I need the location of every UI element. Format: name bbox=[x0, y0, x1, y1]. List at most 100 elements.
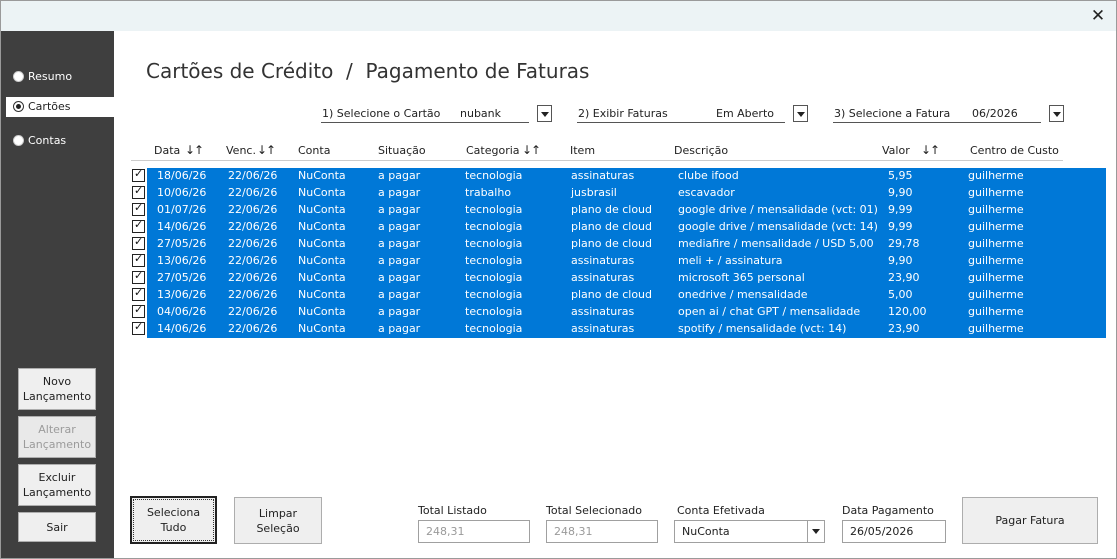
cell-venc: 22/06/26 bbox=[228, 288, 278, 301]
table-row[interactable]: 14/06/26 22/06/26 NuConta a pagar tecnologia… bbox=[147, 219, 1106, 236]
total-listado-field: 248,31 bbox=[418, 520, 530, 543]
cell-item: plano de cloud bbox=[571, 288, 653, 301]
cell-descricao: onedrive / mensalidade bbox=[678, 288, 808, 301]
row-checkbox[interactable] bbox=[132, 303, 145, 318]
table-row[interactable]: 27/05/26 22/06/26 NuConta a pagar tecnologia… bbox=[147, 270, 1106, 287]
row-checkbox[interactable] bbox=[132, 201, 145, 216]
col-header-descricao: Descrição bbox=[674, 144, 729, 157]
row-checkbox[interactable] bbox=[132, 218, 145, 233]
sort-venc-icon[interactable]: ↓↑ bbox=[257, 143, 276, 157]
nav-cartoes[interactable]: Cartões bbox=[6, 97, 114, 117]
table-row[interactable]: 13/06/26 22/06/26 NuConta a pagar tecnologia… bbox=[147, 287, 1106, 304]
cell-conta: NuConta bbox=[298, 169, 346, 182]
nav-contas[interactable]: Contas bbox=[1, 131, 114, 151]
cell-categoria: tecnologia bbox=[465, 203, 523, 216]
cell-venc: 22/06/26 bbox=[228, 271, 278, 284]
status-dropdown-icon[interactable] bbox=[793, 105, 808, 122]
sair-button[interactable]: Sair bbox=[18, 512, 96, 542]
sort-categoria-icon[interactable]: ↓↑ bbox=[522, 143, 541, 157]
cell-categoria: tecnologia bbox=[465, 169, 523, 182]
cell-conta: NuConta bbox=[298, 305, 346, 318]
row-checkbox[interactable] bbox=[132, 252, 145, 267]
row-checkbox[interactable] bbox=[132, 320, 145, 335]
data-pagamento-field[interactable]: 26/05/2026 bbox=[842, 520, 946, 543]
cell-situacao: a pagar bbox=[378, 305, 421, 318]
conta-efetivada-label: Conta Efetivada bbox=[677, 504, 765, 517]
status-select-label: 2) Exibir Faturas bbox=[578, 107, 668, 120]
sort-valor-icon[interactable]: ↓↑ bbox=[921, 143, 940, 157]
total-selecionado-field: 248,31 bbox=[546, 520, 658, 543]
invoice-dropdown-icon[interactable] bbox=[1049, 105, 1064, 122]
nav-resumo[interactable]: Resumo bbox=[1, 67, 114, 87]
cell-centro: guilherme bbox=[968, 169, 1024, 182]
clear-selection-button[interactable]: Limpar Seleção bbox=[234, 497, 322, 544]
cell-item: jusbrasil bbox=[571, 186, 617, 199]
cell-centro: guilherme bbox=[968, 203, 1024, 216]
cell-valor: 9,90 bbox=[888, 186, 913, 199]
close-icon[interactable]: ✕ bbox=[1088, 6, 1108, 26]
cell-valor: 5,95 bbox=[888, 169, 913, 182]
card-dropdown-icon[interactable] bbox=[537, 105, 552, 122]
invoice-select-value[interactable]: 06/2026 bbox=[972, 107, 1018, 120]
table-row[interactable]: 04/06/26 22/06/26 NuConta a pagar tecnologia… bbox=[147, 304, 1106, 321]
cell-descricao: microsoft 365 personal bbox=[678, 271, 805, 284]
row-checkbox[interactable] bbox=[132, 167, 145, 182]
table-row[interactable]: 14/06/26 22/06/26 NuConta a pagar tecnologia… bbox=[147, 321, 1106, 338]
sort-data-icon[interactable]: ↓↑ bbox=[185, 143, 204, 157]
table-row[interactable]: 13/06/26 22/06/26 NuConta a pagar tecnologia… bbox=[147, 253, 1106, 270]
row-checkbox[interactable] bbox=[132, 235, 145, 250]
col-header-venc[interactable]: Venc. bbox=[226, 144, 256, 157]
cell-data: 27/05/26 bbox=[157, 237, 207, 250]
conta-efetivada-select[interactable]: NuConta bbox=[674, 520, 825, 543]
cell-centro: guilherme bbox=[968, 305, 1024, 318]
col-header-data[interactable]: Data bbox=[154, 144, 180, 157]
excluir-lancamento-button[interactable]: Excluir Lançamento bbox=[18, 464, 96, 506]
row-checkbox[interactable] bbox=[132, 286, 145, 301]
cell-venc: 22/06/26 bbox=[228, 254, 278, 267]
invoice-list[interactable]: 18/06/26 22/06/26 NuConta a pagar tecnologia… bbox=[147, 168, 1106, 338]
cell-conta: NuConta bbox=[298, 322, 346, 335]
cell-descricao: meli + / assinatura bbox=[678, 254, 783, 267]
cell-conta: NuConta bbox=[298, 288, 346, 301]
cell-categoria: tecnologia bbox=[465, 322, 523, 335]
table-row[interactable]: 18/06/26 22/06/26 NuConta a pagar tecnologia… bbox=[147, 168, 1106, 185]
cell-valor: 29,78 bbox=[888, 237, 920, 250]
cell-venc: 22/06/26 bbox=[228, 220, 278, 233]
card-select-value[interactable]: nubank bbox=[460, 107, 501, 120]
cell-centro: guilherme bbox=[968, 186, 1024, 199]
col-header-categoria[interactable]: Categoria bbox=[466, 144, 520, 157]
cell-venc: 22/06/26 bbox=[228, 186, 278, 199]
page-title: Cartões de Crédito / Pagamento de Fatura… bbox=[146, 59, 590, 83]
cell-valor: 9,90 bbox=[888, 254, 913, 267]
alterar-lancamento-button[interactable]: Alterar Lançamento bbox=[18, 416, 96, 458]
col-header-valor[interactable]: Valor bbox=[882, 144, 910, 157]
row-checkbox[interactable] bbox=[132, 184, 145, 199]
cell-categoria: tecnologia bbox=[465, 220, 523, 233]
cell-data: 27/05/26 bbox=[157, 271, 207, 284]
novo-lancamento-button[interactable]: Novo Lançamento bbox=[18, 368, 96, 410]
table-row[interactable]: 01/07/26 22/06/26 NuConta a pagar tecnologia… bbox=[147, 202, 1106, 219]
cell-data: 13/06/26 bbox=[157, 254, 207, 267]
sidebar: Resumo Cartões Contas Novo Lançamento Al… bbox=[1, 31, 114, 558]
select-all-button[interactable]: Seleciona Tudo bbox=[130, 496, 217, 544]
pay-invoice-button[interactable]: Pagar Fatura bbox=[962, 497, 1098, 544]
conta-dropdown-icon[interactable] bbox=[807, 521, 824, 542]
cell-valor: 9,99 bbox=[888, 220, 913, 233]
cell-categoria: tecnologia bbox=[465, 305, 523, 318]
cell-situacao: a pagar bbox=[378, 288, 421, 301]
cell-centro: guilherme bbox=[968, 288, 1024, 301]
row-checkbox[interactable] bbox=[132, 269, 145, 284]
cell-venc: 22/06/26 bbox=[228, 237, 278, 250]
select-all-label: Seleciona Tudo bbox=[146, 506, 201, 534]
table-row[interactable]: 10/06/26 22/06/26 NuConta a pagar trabalho ju… bbox=[147, 185, 1106, 202]
app-window: ✕ Resumo Cartões Contas Novo Lançamento … bbox=[0, 0, 1117, 559]
cell-valor: 23,90 bbox=[888, 322, 920, 335]
cell-situacao: a pagar bbox=[378, 169, 421, 182]
cell-item: assinaturas bbox=[571, 271, 635, 284]
total-selecionado-label: Total Selecionado bbox=[546, 504, 643, 517]
table-row[interactable]: 27/05/26 22/06/26 NuConta a pagar tecnologia… bbox=[147, 236, 1106, 253]
status-select-value[interactable]: Em Aberto bbox=[716, 107, 774, 120]
cell-item: plano de cloud bbox=[571, 203, 653, 216]
radio-icon bbox=[13, 71, 24, 82]
cell-centro: guilherme bbox=[968, 220, 1024, 233]
